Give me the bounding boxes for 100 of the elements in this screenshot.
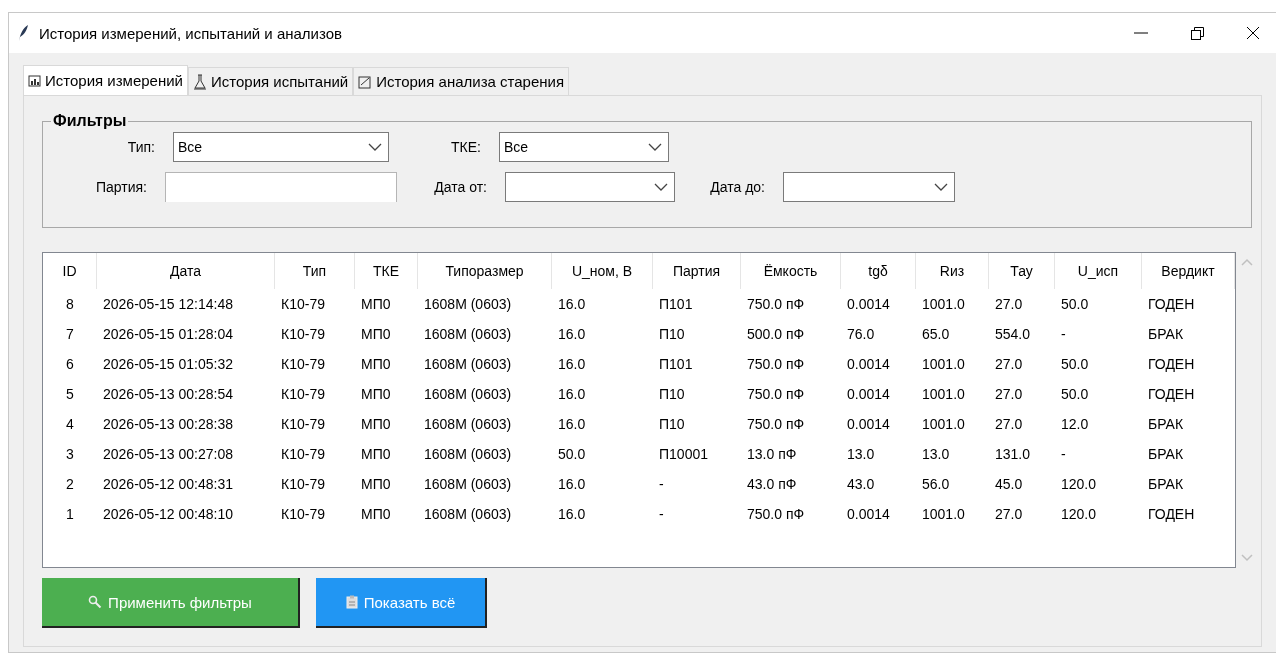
- table-cell-text: 0.0014: [846, 296, 891, 312]
- column-header[interactable]: tgδ: [841, 253, 916, 289]
- search-icon: [88, 595, 103, 609]
- column-header[interactable]: ТКЕ: [355, 253, 418, 289]
- table-cell-text: П101: [658, 296, 694, 312]
- table-cell-text: 1: [65, 506, 75, 522]
- table-cell-text: 1608M (0603): [423, 446, 513, 462]
- window-title: История измерений, испытаний и анализов: [39, 24, 343, 42]
- column-header[interactable]: ID: [43, 253, 97, 289]
- table-cell-text: К10-79: [280, 326, 326, 342]
- table-cell-text: П10: [658, 326, 686, 342]
- table-cell-text: 1608M (0603): [423, 416, 513, 432]
- table-cell-text: 27.0: [994, 416, 1024, 432]
- table-cell-text: 12.0: [1060, 416, 1090, 432]
- tab[interactable]: История анализа старения: [353, 67, 570, 95]
- dropdown-field[interactable]: [783, 172, 955, 202]
- table-cell-text: 16.0: [557, 476, 587, 492]
- tab[interactable]: История испытаний: [188, 67, 354, 95]
- table-cell-text: К10-79: [280, 356, 326, 372]
- table-cell-text: 0.0014: [846, 356, 891, 372]
- table-cell-text: МП0: [360, 356, 392, 372]
- table-cell-text: МП0: [360, 476, 392, 492]
- table-cell-text: 13.0: [921, 446, 951, 462]
- dropdown-field[interactable]: Все: [499, 132, 669, 162]
- table-cell-text: 50.0: [1060, 356, 1090, 372]
- table-cell-text: 2026-05-13 00:28:54: [102, 386, 234, 402]
- table-cell-text: 1608M (0603): [423, 356, 513, 372]
- minimize-icon: [1134, 32, 1148, 34]
- table-cell-text: 1001.0: [921, 506, 966, 522]
- field-label: Тип:: [126, 139, 156, 155]
- table-cell-text: 16.0: [557, 416, 587, 432]
- dropdown-field[interactable]: Все: [173, 132, 389, 162]
- table-cell-text: 16.0: [557, 296, 587, 312]
- table-cell-text: К10-79: [280, 476, 326, 492]
- column-header[interactable]: U_исп: [1055, 253, 1142, 289]
- column-header[interactable]: Rиз: [916, 253, 989, 289]
- field-label: ТКЕ:: [450, 139, 482, 155]
- checkbox-icon: [358, 74, 373, 89]
- table-cell-text: 16.0: [557, 326, 587, 342]
- table-cell-text: К10-79: [280, 386, 326, 402]
- table-cell-text: МП0: [360, 386, 392, 402]
- table-cell-text: 76.0: [846, 326, 876, 342]
- table-cell-text: -: [1060, 326, 1067, 342]
- table-cell-text: 16.0: [557, 356, 587, 372]
- table-cell-text: 750.0 пФ: [746, 296, 806, 312]
- table-cell-text: ГОДЕН: [1147, 386, 1196, 402]
- column-header[interactable]: Партия: [653, 253, 741, 289]
- column-header[interactable]: Дата: [97, 253, 275, 289]
- table-cell-text: 56.0: [921, 476, 951, 492]
- scroll-down-icon[interactable]: [1241, 554, 1253, 562]
- table-cell-text: 1608M (0603): [423, 326, 513, 342]
- field-label: Дата от:: [433, 179, 488, 195]
- table-cell-text: 131.0: [994, 446, 1032, 462]
- table-cell-text: 45.0: [994, 476, 1024, 492]
- column-header[interactable]: Тау: [989, 253, 1055, 289]
- table-cell-text: БРАК: [1147, 326, 1185, 342]
- restore-icon: [1190, 26, 1204, 40]
- table-cell-text: 2026-05-12 00:48:10: [102, 506, 234, 522]
- table-cell-text: 2026-05-15 12:14:48: [102, 296, 234, 312]
- table-cell-text: П10: [658, 416, 686, 432]
- close-icon: [1246, 26, 1260, 40]
- table-cell-text: К10-79: [280, 506, 326, 522]
- table-cell-text: 2026-05-12 00:48:31: [102, 476, 234, 492]
- table-cell-text: ГОДЕН: [1147, 356, 1196, 372]
- table-cell-text: -: [1060, 446, 1067, 462]
- column-header[interactable]: Ёмкость: [741, 253, 841, 289]
- table-cell-text: 43.0 пФ: [746, 476, 798, 492]
- input-field[interactable]: [165, 172, 397, 202]
- scroll-up-icon[interactable]: [1241, 258, 1253, 266]
- table-cell-text: 27.0: [994, 506, 1024, 522]
- dropdown-field[interactable]: [505, 172, 675, 202]
- table-cell-text: 500.0 пФ: [746, 326, 806, 342]
- column-header[interactable]: U_ном, В: [552, 253, 653, 289]
- table-cell-text: 2026-05-13 00:27:08: [102, 446, 234, 462]
- table-cell-text: БРАК: [1147, 446, 1185, 462]
- column-header[interactable]: Вердикт: [1142, 253, 1235, 289]
- tab[interactable]: История измерений: [23, 65, 188, 95]
- table-cell-text: 1001.0: [921, 416, 966, 432]
- table-cell-text: 1001.0: [921, 386, 966, 402]
- table-cell-text: 750.0 пФ: [746, 356, 806, 372]
- table-cell-text: П101: [658, 356, 694, 372]
- table-cell-text: 750.0 пФ: [746, 506, 806, 522]
- table-cell-text: 3: [65, 446, 75, 462]
- table-cell-text: -: [658, 476, 665, 492]
- table-cell-text: К10-79: [280, 296, 326, 312]
- table-cell-text: -: [658, 506, 665, 522]
- clipboard-icon: [345, 595, 358, 609]
- table-cell-text: К10-79: [280, 446, 326, 462]
- column-header[interactable]: Тип: [275, 253, 355, 289]
- table-cell-text: 2: [65, 476, 75, 492]
- table-cell-text: МП0: [360, 446, 392, 462]
- field-label: Дата до:: [709, 179, 766, 195]
- table-cell-text: 1001.0: [921, 296, 966, 312]
- column-header[interactable]: Типоразмер: [418, 253, 552, 289]
- table-cell-text: 16.0: [557, 506, 587, 522]
- table-cell-text: МП0: [360, 416, 392, 432]
- table-cell-text: 8: [65, 296, 75, 312]
- table-cell-text: МП0: [360, 296, 392, 312]
- table-cell-text: 50.0: [1060, 386, 1090, 402]
- table-cell-text: 16.0: [557, 386, 587, 402]
